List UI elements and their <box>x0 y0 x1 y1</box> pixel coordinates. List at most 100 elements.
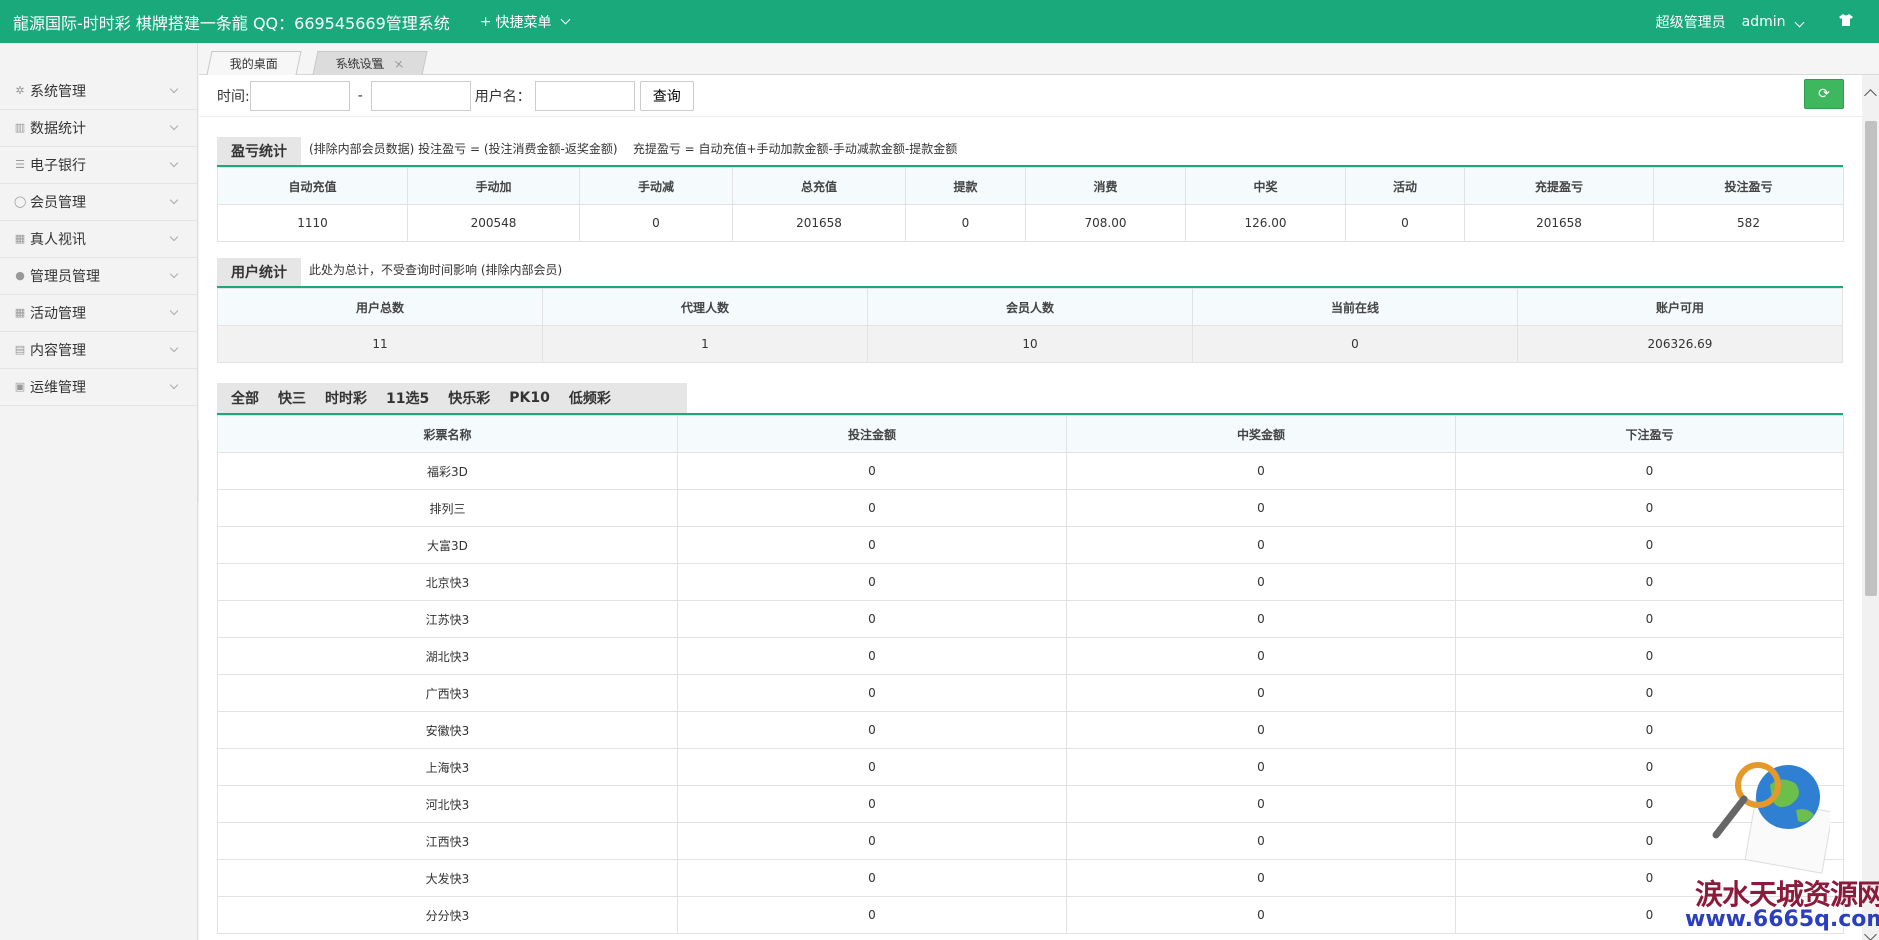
table-cell: 0 <box>579 204 733 242</box>
tab-my-desktop[interactable]: 我的桌面 <box>206 51 302 75</box>
lottery-tab-all[interactable]: 全部 <box>231 388 259 408</box>
table-cell: 福彩3D <box>217 452 678 490</box>
table-cell: 0 <box>1345 204 1465 242</box>
chevron-down-icon <box>169 380 179 390</box>
sidebar-item-label: 管理员管理 <box>30 269 100 285</box>
column-header: 代理人数 <box>542 288 868 326</box>
table-cell: 0 <box>1066 822 1456 860</box>
table-cell: 0 <box>1455 452 1844 490</box>
quick-menu-button[interactable]: + 快捷菜单 <box>480 12 570 32</box>
column-header: 会员人数 <box>867 288 1193 326</box>
ops-icon: ▣ <box>14 380 26 393</box>
sidebar-item-label: 数据统计 <box>30 121 86 137</box>
lottery-tab-ssc[interactable]: 时时彩 <box>325 388 367 408</box>
lottery-table: 彩票名称 投注金额 中奖金额 下注盈亏 福彩3D 0 0 0 排列三 0 0 0 大富3D 0 0 0… <box>217 415 1844 934</box>
column-header: 用户总数 <box>217 288 543 326</box>
sidebar: ✲ 系统管理 ▥ 数据统计 ☰ 电子银行 ◯ 会员管理 ▦ 真人视讯 ● 管理员… <box>0 43 198 940</box>
table-row: 福彩3D 0 0 0 <box>217 452 1844 490</box>
chevron-down-icon <box>169 84 179 94</box>
query-button[interactable]: 查询 <box>639 80 694 111</box>
dashboard-content: 盈亏统计 (排除内部会员数据) 投注盈亏 = (投注消费金额-返奖金额) 充提盈… <box>217 137 1844 934</box>
username-label: 用户名： <box>474 88 531 105</box>
column-header: 投注盈亏 <box>1653 167 1844 205</box>
table-cell: 0 <box>677 452 1067 490</box>
table-cell: 582 <box>1653 204 1844 242</box>
user-stats-tag: 用户统计 <box>217 258 301 286</box>
range-separator: - <box>357 87 363 104</box>
lottery-tab-dpc[interactable]: 低频彩 <box>569 388 611 408</box>
table-cell: 708.00 <box>1025 204 1186 242</box>
table-cell: 0 <box>677 896 1067 934</box>
lottery-tab-pk10[interactable]: PK10 <box>509 390 550 406</box>
table-row: 上海快3 0 0 0 <box>217 748 1844 786</box>
sidebar-item-ops[interactable]: ▣ 运维管理 <box>0 369 197 406</box>
sidebar-item-activities[interactable]: ▦ 活动管理 <box>0 295 197 332</box>
table-cell: 200548 <box>407 204 580 242</box>
sidebar-item-members[interactable]: ◯ 会员管理 <box>0 184 197 221</box>
chevron-down-icon <box>169 158 179 168</box>
app-title: 龍源国际-时时彩 棋牌搭建一条龍 QQ：669545669管理系统 <box>13 13 450 33</box>
sidebar-item-admins[interactable]: ● 管理员管理 <box>0 258 197 295</box>
table-cell: 0 <box>1066 637 1456 675</box>
filter-bar: 时间: - 用户名： 查询 ⟳ <box>199 75 1879 117</box>
column-header: 账户可用 <box>1517 288 1843 326</box>
sidebar-item-content[interactable]: ▤ 内容管理 <box>0 332 197 369</box>
start-time-input[interactable] <box>249 80 350 111</box>
sidebar-item-system[interactable]: ✲ 系统管理 <box>0 73 197 110</box>
column-header: 提款 <box>905 167 1026 205</box>
table-cell: 0 <box>677 822 1067 860</box>
sidebar-item-ebank[interactable]: ☰ 电子银行 <box>0 147 197 184</box>
table-cell: 0 <box>1455 600 1844 638</box>
column-header: 活动 <box>1345 167 1465 205</box>
table-cell: 0 <box>677 859 1067 897</box>
lottery-tab-klc[interactable]: 快乐彩 <box>448 388 490 408</box>
table-header-row: 自动充值 手动加 手动减 总充值 提款 消费 中奖 活动 充提盈亏 投注盈亏 <box>217 167 1844 205</box>
end-time-input[interactable] <box>370 80 471 111</box>
skin-icon[interactable] <box>1839 13 1853 30</box>
table-cell: 河北快3 <box>217 785 678 823</box>
lottery-tabs-header: 全部 快三 时时彩 11选5 快乐彩 PK10 低频彩 <box>217 383 1843 415</box>
table-cell: 0 <box>677 600 1067 638</box>
table-cell: 206326.69 <box>1517 325 1843 363</box>
table-cell: 上海快3 <box>217 748 678 786</box>
user-icon: ◯ <box>14 195 27 208</box>
admin-icon: ● <box>15 269 25 282</box>
table-row: 11 1 10 0 206326.69 <box>217 325 1843 363</box>
table-cell: 0 <box>1066 526 1456 564</box>
table-row: 广西快3 0 0 0 <box>217 674 1844 712</box>
column-header: 投注金额 <box>677 415 1067 453</box>
scrollbar-thumb[interactable] <box>1865 121 1877 596</box>
column-header: 充提盈亏 <box>1464 167 1654 205</box>
table-cell: 0 <box>1066 452 1456 490</box>
table-cell: 0 <box>677 563 1067 601</box>
table-row: 排列三 0 0 0 <box>217 489 1844 527</box>
lottery-table-body: 福彩3D 0 0 0 排列三 0 0 0 大富3D 0 0 0 北京快3 0 0 0 江苏快3 0 0 0 湖北快3 0 0… <box>217 452 1844 934</box>
table-row: 分分快3 0 0 0 <box>217 896 1844 934</box>
table-cell: 0 <box>1455 563 1844 601</box>
table-cell: 0 <box>1066 859 1456 897</box>
table-row: 江苏快3 0 0 0 <box>217 600 1844 638</box>
user-role: 超级管理员 <box>1655 14 1726 31</box>
table-row: 江西快3 0 0 0 <box>217 822 1844 860</box>
list-icon: ☰ <box>15 158 25 171</box>
lottery-tabs: 全部 快三 时时彩 11选5 快乐彩 PK10 低频彩 <box>217 383 687 413</box>
lottery-tab-11x5[interactable]: 11选5 <box>386 388 429 408</box>
user-menu-button[interactable]: admin <box>1741 13 1805 30</box>
table-cell: 0 <box>677 785 1067 823</box>
table-cell: 排列三 <box>217 489 678 527</box>
chevron-down-icon <box>560 14 570 24</box>
username: admin <box>1741 13 1786 30</box>
close-icon[interactable]: × <box>391 52 406 76</box>
username-input[interactable] <box>534 80 635 111</box>
table-cell: 0 <box>1066 600 1456 638</box>
sidebar-item-statistics[interactable]: ▥ 数据统计 <box>0 110 197 147</box>
table-cell: 0 <box>1455 489 1844 527</box>
table-cell: 0 <box>1066 896 1456 934</box>
table-cell: 大富3D <box>217 526 678 564</box>
tab-system-settings[interactable]: 系统设置 × <box>312 51 428 76</box>
calendar-icon: ▦ <box>14 306 26 319</box>
lottery-tab-k3[interactable]: 快三 <box>278 388 306 408</box>
refresh-button[interactable]: ⟳ <box>1804 79 1844 109</box>
sidebar-item-live-video[interactable]: ▦ 真人视讯 <box>0 221 197 258</box>
table-cell: 201658 <box>732 204 906 242</box>
